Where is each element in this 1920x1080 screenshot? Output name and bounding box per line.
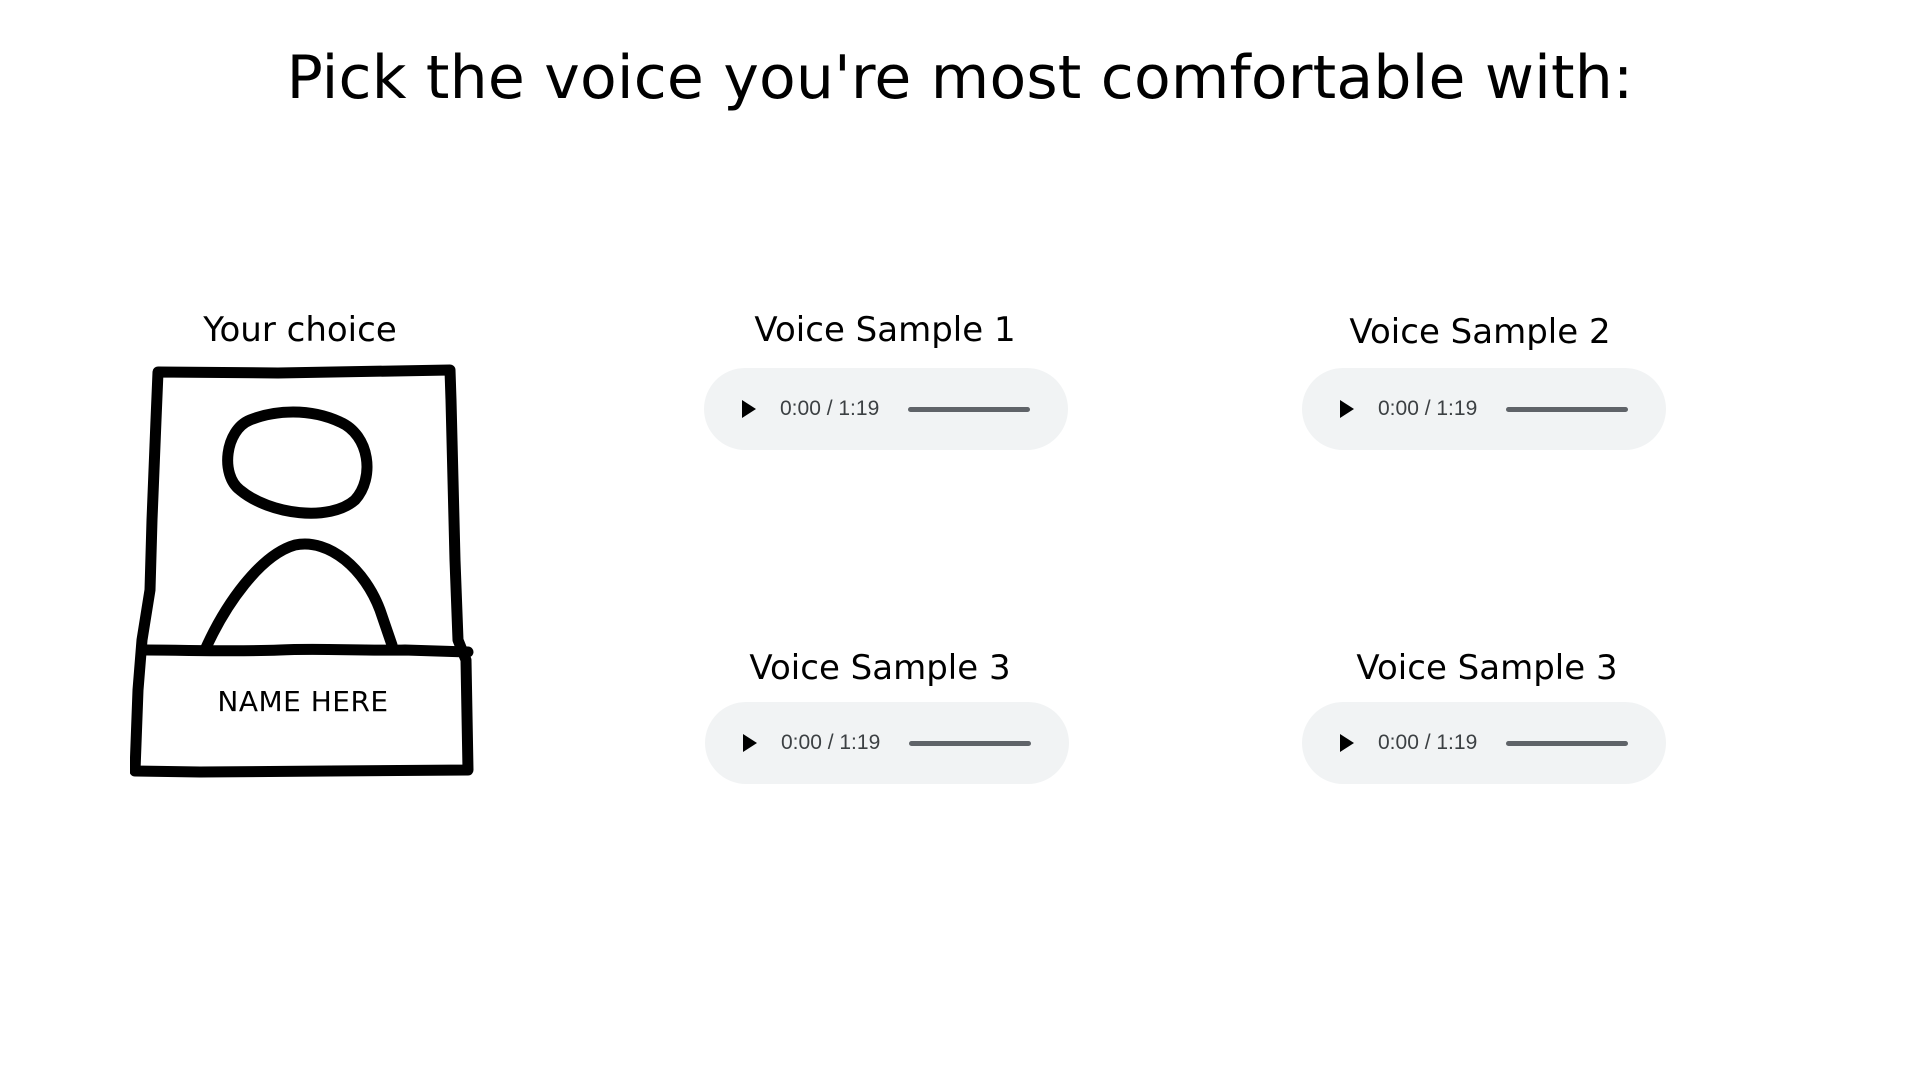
play-icon[interactable]: [737, 730, 763, 756]
audio-player-2[interactable]: 0:00 / 1:19: [1302, 368, 1666, 450]
sample-3-label: Voice Sample 3: [749, 648, 1011, 688]
slide: Pick the voice you're most comfortable w…: [0, 0, 1920, 1080]
sample-4-label: Voice Sample 3: [1356, 648, 1618, 688]
time-display: 0:00 / 1:19: [781, 731, 881, 754]
audio-player-3[interactable]: 0:00 / 1:19: [705, 702, 1069, 784]
time-display: 0:00 / 1:19: [780, 397, 880, 420]
play-icon[interactable]: [736, 396, 762, 422]
play-icon[interactable]: [1334, 730, 1360, 756]
time-display: 0:00 / 1:19: [1378, 397, 1478, 420]
choice-label: Your choice: [203, 310, 397, 350]
progress-track[interactable]: [908, 406, 1030, 412]
choice-name-field: NAME HERE: [217, 685, 389, 718]
sample-1-label: Voice Sample 1: [754, 310, 1016, 350]
play-icon[interactable]: [1334, 396, 1360, 422]
audio-player-4[interactable]: 0:00 / 1:19: [1302, 702, 1666, 784]
progress-track[interactable]: [909, 740, 1031, 746]
choice-card: NAME HERE: [130, 360, 476, 780]
progress-track[interactable]: [1506, 740, 1628, 746]
time-display: 0:00 / 1:19: [1378, 731, 1478, 754]
audio-player-1[interactable]: 0:00 / 1:19: [704, 368, 1068, 450]
page-title: Pick the voice you're most comfortable w…: [286, 43, 1634, 113]
progress-track[interactable]: [1506, 406, 1628, 412]
sample-2-label: Voice Sample 2: [1349, 312, 1611, 352]
